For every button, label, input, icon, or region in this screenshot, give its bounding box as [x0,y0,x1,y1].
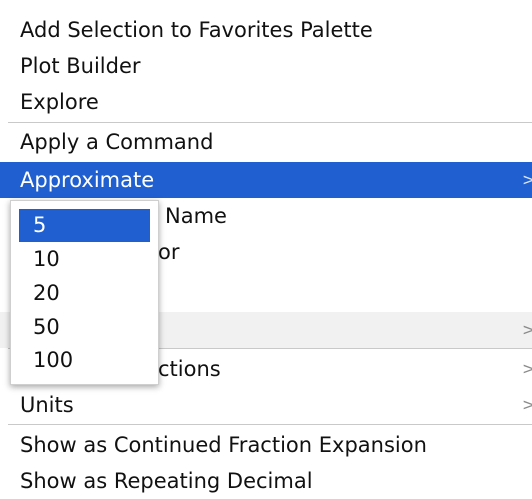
submenu-arrow-icon: > [522,359,532,378]
menu-item-explore[interactable]: Explore [0,84,532,120]
approximate-submenu: 5 10 20 50 100 [10,200,159,385]
menu-item-label: Units [20,393,74,417]
menu-item-label: or [158,240,180,264]
submenu-item-10[interactable]: 10 [11,243,158,276]
menu-item-label: Apply a Command [20,130,214,154]
submenu-arrow-icon: > [522,170,532,189]
context-menu: Add Selection to Favorites Palette Plot … [0,0,532,499]
submenu-item-label: 20 [33,281,60,305]
submenu-item-label: 50 [33,315,60,339]
menu-item-approximate[interactable]: Approximate > [0,162,532,198]
menu-item-label: Approximate [20,168,155,192]
submenu-item-5[interactable]: 5 [19,209,150,242]
menu-item-plot-builder[interactable]: Plot Builder [0,48,532,84]
submenu-item-label: 10 [33,247,60,271]
menu-item-label: ctions [158,357,221,381]
submenu-item-label: 100 [33,348,74,372]
menu-item-label: Show as Repeating Decimal [20,469,313,493]
menu-item-label: Plot Builder [20,54,141,78]
menu-item-add-selection-to-favorites-palette[interactable]: Add Selection to Favorites Palette [0,12,532,48]
menu-separator [8,424,532,425]
menu-item-show-as-continued-fraction-expansion[interactable]: Show as Continued Fraction Expansion [0,427,532,463]
menu-item-label: Explore [20,90,99,114]
submenu-item-50[interactable]: 50 [11,311,158,344]
submenu-item-100[interactable]: 100 [11,344,158,377]
submenu-item-label: 5 [33,213,47,237]
menu-item-show-as-repeating-decimal[interactable]: Show as Repeating Decimal [0,463,532,499]
menu-item-label: Show as Continued Fraction Expansion [20,433,427,457]
submenu-arrow-icon: > [522,395,532,414]
menu-item-label: Add Selection to Favorites Palette [20,18,373,42]
submenu-item-20[interactable]: 20 [11,277,158,310]
menu-item-units[interactable]: Units > [0,387,532,423]
menu-item-label: Name [165,204,227,228]
menu-separator [8,122,532,123]
menu-item-apply-a-command[interactable]: Apply a Command [0,124,532,160]
submenu-arrow-icon: > [522,320,532,339]
